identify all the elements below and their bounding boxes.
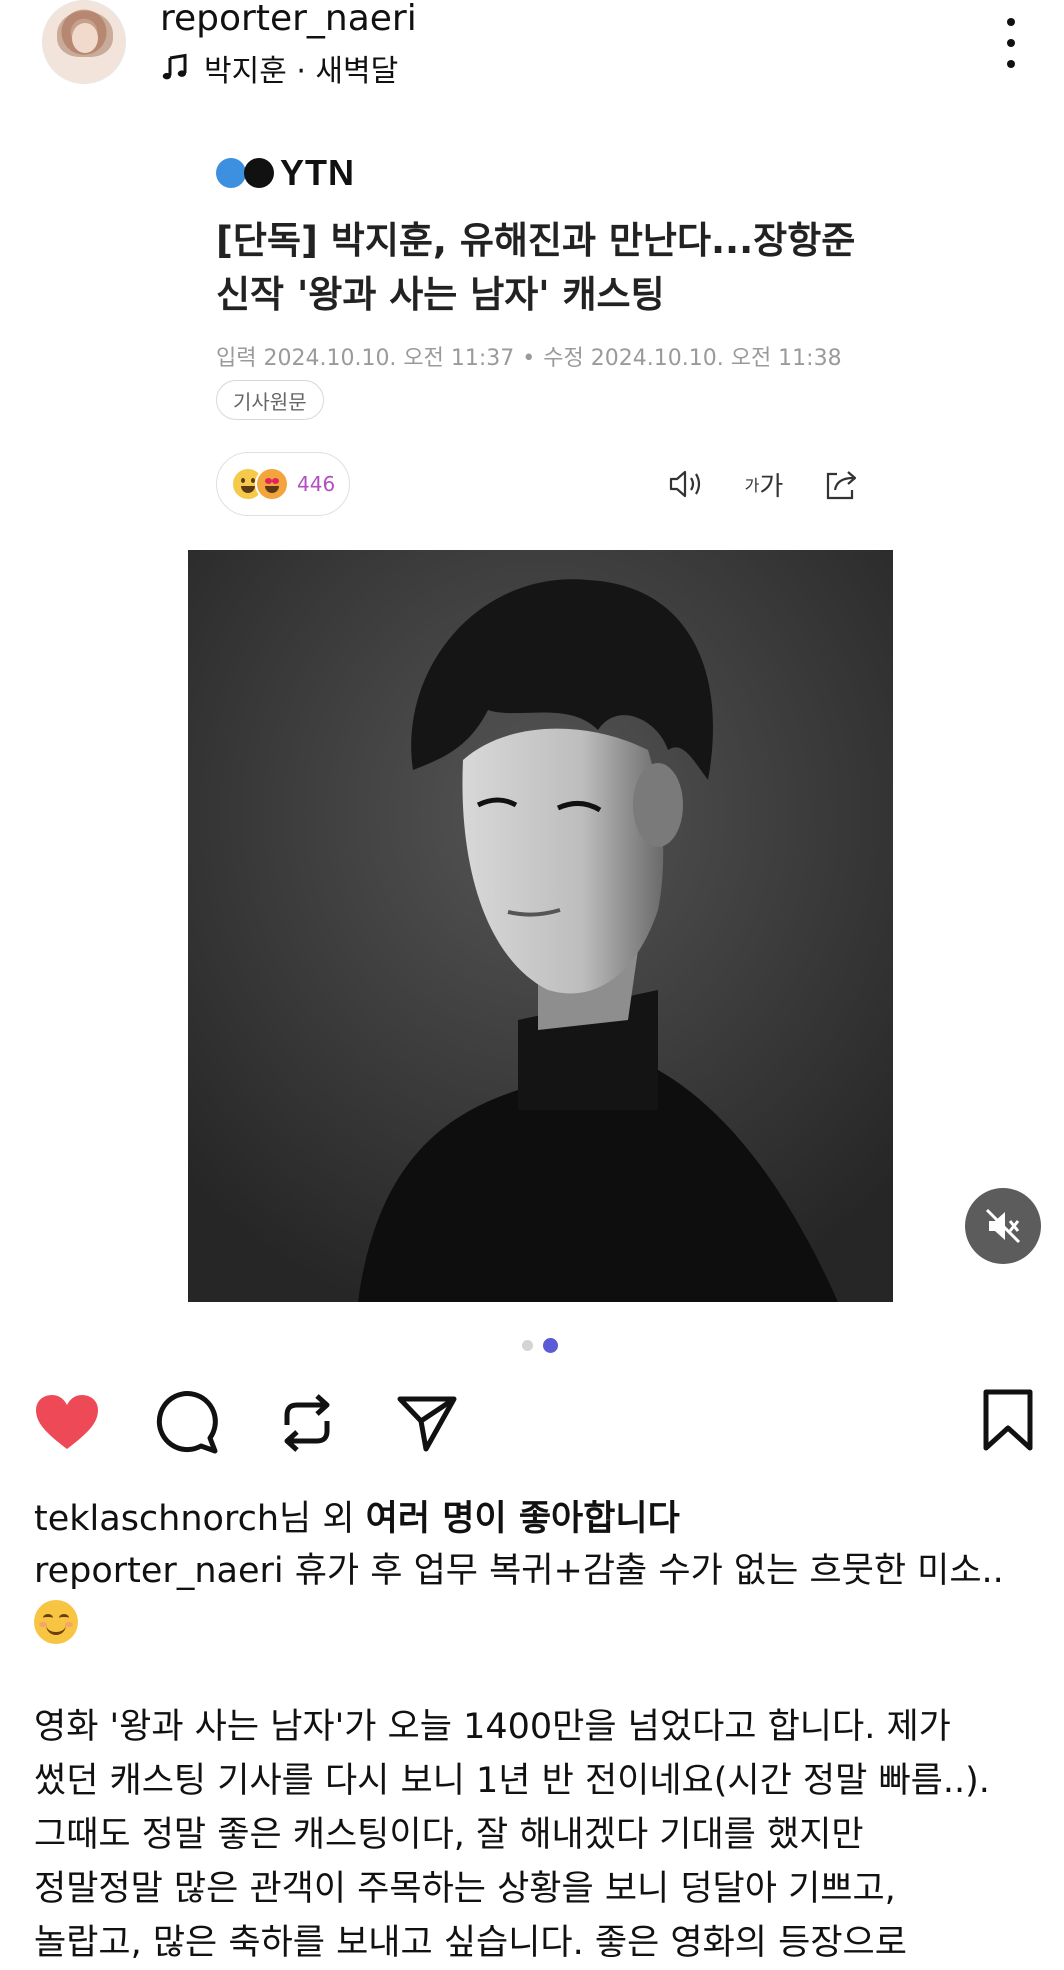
smiling-face-emoji [34,1600,78,1644]
font-size-large: 가 [759,471,784,502]
original-article-button[interactable]: 기사원문 [216,380,324,420]
likes-summary[interactable]: teklaschnorch님 외 여러 명이 좋아합니다 [34,1490,680,1541]
repost-icon [284,1394,330,1452]
paper-plane-icon [397,1396,457,1452]
portrait-photo [188,550,893,1302]
modified-date: 수정 2024.10.10. 오전 11:38 [543,346,842,371]
carousel-dot [522,1340,533,1351]
likes-text: 여러 명이 좋아합니다 [365,1499,680,1539]
font-size-small: 가 [744,476,760,495]
caption-line: 썼던 캐스팅 기사를 다시 보니 1년 반 전이네요(시간 정말 빠름..). [34,1761,990,1801]
caption-line: 영화 '왕과 사는 남자'가 오늘 1400만을 넘었다고 합니다. 제가 [34,1707,951,1747]
published-date: 입력 2024.10.10. 오전 11:37 [216,346,515,371]
caption-line: 놀랍고, 많은 축하를 보내고 싶습니다. 좋은 영화의 등장으로 [34,1923,907,1963]
more-options-button[interactable] [996,18,1026,68]
heart-eyes-emoji-icon [255,467,289,501]
share-button[interactable] [822,464,862,504]
likes-mid: 님 외 [279,1499,366,1539]
post-actions [34,1390,460,1456]
like-button[interactable] [34,1390,100,1456]
article-dates: 입력 2024.10.10. 오전 11:37 • 수정 2024.10.10. 오… [216,346,842,371]
article-headline: [단독] 박지훈, 유해진과 만난다...장항준 신작 '왕과 사는 남자' 캐… [216,214,866,322]
music-title: 박지훈 · 새벽달 [204,54,399,89]
share-icon [826,471,857,500]
comment-icon [156,1391,218,1454]
repost-button[interactable] [274,1390,340,1456]
font-size-button[interactable]: 가가 [744,464,784,504]
speaker-icon [669,470,701,498]
save-button[interactable] [980,1388,1036,1454]
article-tools: 가가 [666,464,862,504]
carousel-dot-active [543,1338,558,1353]
caption: reporter_naeri 휴가 후 업무 복귀+감출 수가 없는 흐뭇한 미… [34,1548,1044,1594]
caption-line: 정말정말 많은 관객이 주목하는 상황을 보니 덩달아 기쁘고, [34,1869,896,1909]
headline-line-2: 신작 '왕과 사는 남자' 캐스팅 [216,273,665,316]
comment-button[interactable] [154,1390,220,1456]
username[interactable]: reporter_naeri [160,0,417,38]
caption-username[interactable]: reporter_naeri [34,1551,284,1591]
bookmark-icon [983,1389,1033,1451]
ytn-logo: YTN [216,152,355,194]
avatar[interactable] [42,0,126,84]
music-note-icon [162,53,187,80]
heart-icon [36,1395,98,1449]
share-post-button[interactable] [394,1390,460,1456]
caption-text: 휴가 후 업무 복귀+감출 수가 없는 흐뭇한 미소.. [283,1551,1004,1591]
more-vertical-icon [1007,18,1015,26]
mute-button[interactable] [965,1188,1041,1264]
likes-username[interactable]: teklaschnorch [34,1499,279,1539]
reaction-count: 446 [297,472,336,496]
caption-body: 영화 '왕과 사는 남자'가 오늘 1400만을 넘었다고 합니다. 제가 썼던… [34,1700,1044,1970]
music-info[interactable]: 박지훈 · 새벽달 [160,48,399,89]
caption-line: 그때도 정말 좋은 캐스팅이다, 잘 해내겠다 기대를 했지만 [34,1815,864,1855]
reaction-button[interactable]: 446 [216,452,350,516]
brand-name: YTN [280,152,355,193]
headline-line-1: [단독] 박지훈, 유해진과 만난다...장항준 [216,219,856,262]
muted-speaker-icon [985,1208,1021,1244]
carousel-indicator [522,1338,558,1353]
tts-button[interactable] [666,464,706,504]
